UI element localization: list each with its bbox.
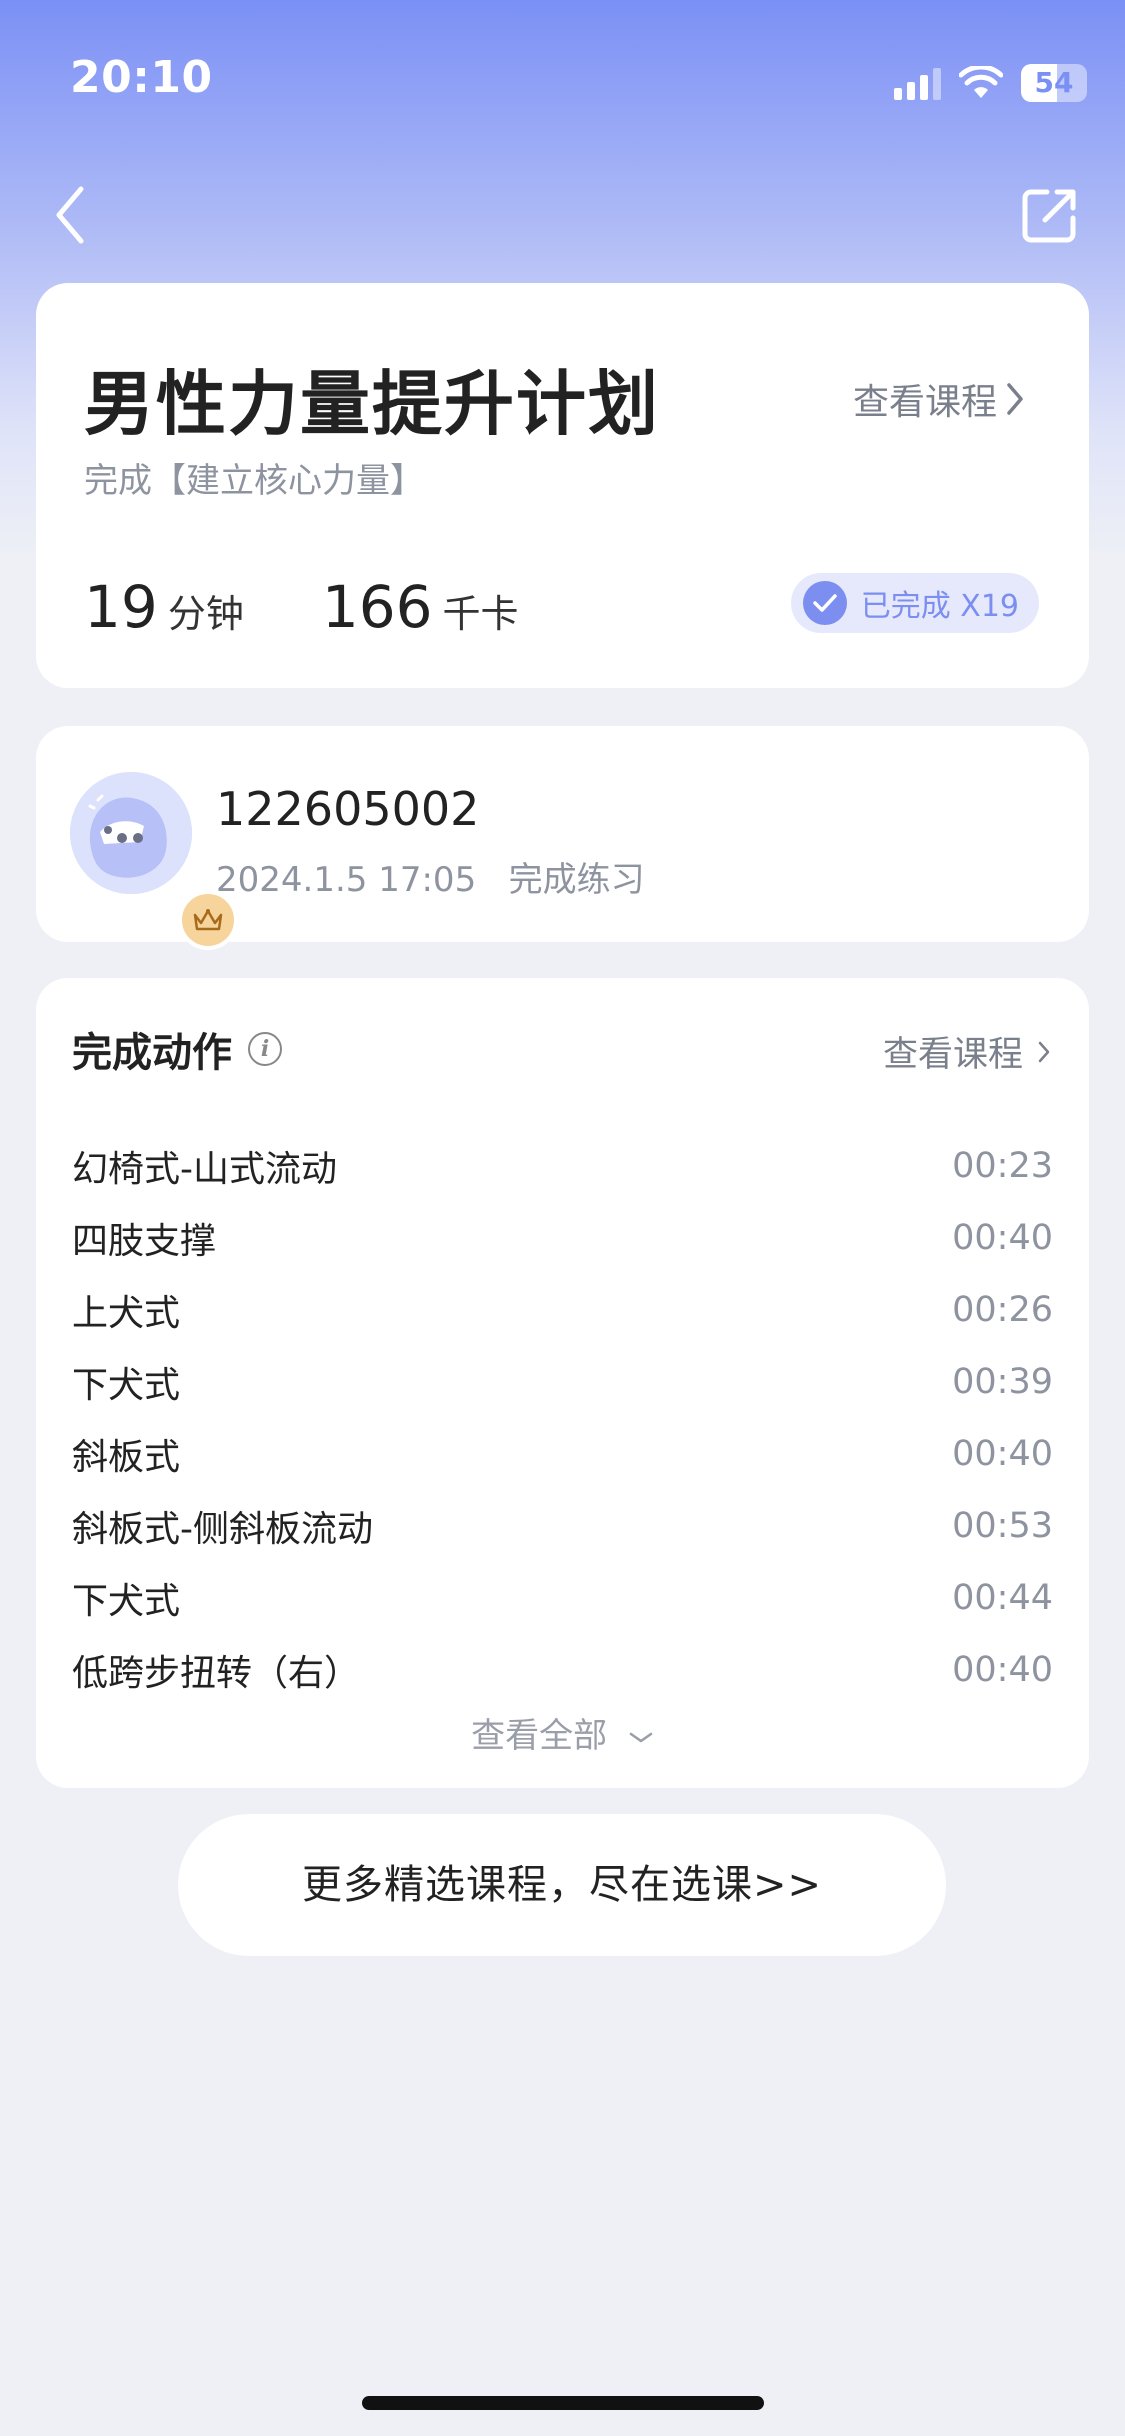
action-time: 00:39 <box>952 1362 1053 1402</box>
action-name: 下犬式 <box>72 1365 181 1406</box>
user-card: 122605002 2024.1.5 17:05 完成练习 <box>36 726 1089 950</box>
share-button[interactable] <box>1015 180 1085 250</box>
action-name: 斜板式-侧斜板流动 <box>72 1509 373 1550</box>
user-id: 122605002 <box>216 782 480 836</box>
action-name: 四肢支撑 <box>72 1221 217 1262</box>
status-icons: 54 <box>894 60 1087 106</box>
action-time: 00:40 <box>952 1218 1053 1258</box>
list-item[interactable]: 下犬式 00:44 <box>72 1562 1053 1634</box>
duration-value: 19 <box>84 573 158 641</box>
more-courses-button[interactable]: 更多精选课程，尽在选课>> <box>178 1814 946 1956</box>
list-item[interactable]: 上犬式 00:26 <box>72 1274 1053 1346</box>
cellular-signal-icon <box>894 66 941 100</box>
plan-subtitle: 完成【建立核心力量】 <box>84 461 424 501</box>
calories-value: 166 <box>321 573 433 641</box>
calories-unit: 千卡 <box>442 592 519 636</box>
action-time: 00:44 <box>952 1578 1053 1618</box>
view-all-label: 查看全部 <box>471 1716 608 1756</box>
check-icon <box>802 581 847 625</box>
view-all-button[interactable]: 查看全部 <box>36 1708 1089 1757</box>
list-item[interactable]: 四肢支撑 00:40 <box>72 1202 1053 1274</box>
action-name: 斜板式 <box>72 1437 181 1478</box>
view-course-label: 查看课程 <box>852 382 997 423</box>
battery-icon: 54 <box>1021 64 1087 102</box>
list-item[interactable]: 斜板式 00:40 <box>72 1418 1053 1490</box>
action-time: 00:53 <box>952 1506 1053 1546</box>
action-name: 上犬式 <box>72 1293 181 1334</box>
back-arrow-icon <box>56 186 84 244</box>
action-time: 00:26 <box>952 1290 1053 1330</box>
info-icon[interactable]: i <box>248 1032 282 1066</box>
completion-status: 完成练习 <box>508 860 645 900</box>
actions-view-course-link[interactable]: 查看课程 <box>883 1026 1051 1077</box>
chevron-down-icon <box>629 1732 653 1742</box>
action-time: 00:40 <box>952 1650 1053 1690</box>
chevron-right-icon <box>1007 383 1023 415</box>
plan-card: 男性力量提升计划 查看课程 完成【建立核心力量】 19 分钟 166 千卡 已完… <box>36 283 1089 688</box>
view-course-link[interactable]: 查看课程 <box>853 373 1025 425</box>
user-meta: 2024.1.5 17:05 完成练习 <box>216 852 645 901</box>
status-bar: 20:10 54 <box>0 0 1125 160</box>
action-name: 幻椅式-山式流动 <box>72 1149 337 1190</box>
action-time: 00:23 <box>952 1146 1053 1186</box>
home-indicator[interactable] <box>362 2396 764 2410</box>
actions-view-course-label: 查看课程 <box>882 1035 1023 1075</box>
action-name: 下犬式 <box>72 1581 181 1622</box>
plan-title: 男性力量提升计划 <box>84 363 660 445</box>
action-name: 低跨步扭转（右） <box>72 1653 361 1694</box>
plan-stats: 19 分钟 166 千卡 <box>84 573 519 641</box>
duration-unit: 分钟 <box>167 592 244 636</box>
status-time: 20:10 <box>70 52 213 103</box>
completion-date: 2024.1.5 17:05 <box>216 860 477 900</box>
completed-badge: 已完成 X19 <box>790 573 1039 633</box>
chevron-right-icon <box>1038 1041 1050 1062</box>
battery-percent: 54 <box>1034 66 1074 99</box>
actions-card: 完成动作 i 查看课程 幻椅式-山式流动 00:23 四肢支撑 00:40 上犬式 0… <box>36 978 1089 1788</box>
list-item[interactable]: 低跨步扭转（右） 00:40 <box>72 1634 1053 1706</box>
completed-count: 已完成 X19 <box>860 589 1019 624</box>
actions-list: 幻椅式-山式流动 00:23 四肢支撑 00:40 上犬式 00:26 下犬式 00:3… <box>72 1130 1053 1706</box>
list-item[interactable]: 斜板式-侧斜板流动 00:53 <box>72 1490 1053 1562</box>
actions-title: 完成动作 <box>72 1030 232 1076</box>
actions-header: 完成动作 i <box>72 1020 282 1078</box>
avatar[interactable] <box>70 772 238 950</box>
action-time: 00:40 <box>952 1434 1053 1474</box>
wifi-icon <box>959 66 1003 98</box>
list-item[interactable]: 下犬式 00:39 <box>72 1346 1053 1418</box>
list-item[interactable]: 幻椅式-山式流动 00:23 <box>72 1130 1053 1202</box>
share-icon <box>1022 189 1076 243</box>
avatar-illustration <box>70 772 192 894</box>
back-button[interactable] <box>40 180 100 250</box>
